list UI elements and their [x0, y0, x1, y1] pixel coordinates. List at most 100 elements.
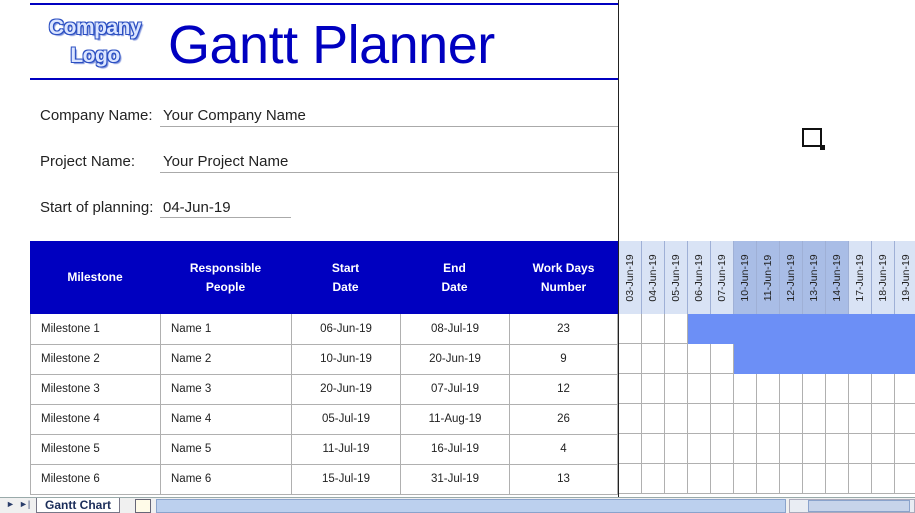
- gantt-cell[interactable]: [619, 314, 642, 344]
- end-date-cell[interactable]: 08-Jul-19: [401, 314, 510, 344]
- selected-cell[interactable]: [802, 128, 825, 150]
- gantt-cell[interactable]: [688, 374, 711, 404]
- gantt-cell[interactable]: [803, 374, 826, 404]
- gantt-cell[interactable]: [849, 404, 872, 434]
- gantt-cell[interactable]: [849, 434, 872, 464]
- end-date-cell[interactable]: 16-Jul-19: [401, 434, 510, 464]
- gantt-cell[interactable]: [619, 464, 642, 494]
- scrollbar-thumb[interactable]: [808, 500, 910, 512]
- gantt-cell[interactable]: [872, 434, 895, 464]
- start-date-cell[interactable]: 11-Jul-19: [292, 434, 401, 464]
- milestone-cell[interactable]: Milestone 1: [30, 314, 161, 344]
- gantt-cell[interactable]: [780, 374, 803, 404]
- milestone-cell[interactable]: Milestone 2: [30, 344, 161, 374]
- responsible-person-cell[interactable]: Name 1: [161, 314, 292, 344]
- responsible-person-cell[interactable]: Name 6: [161, 464, 292, 494]
- gantt-cell[interactable]: [803, 404, 826, 434]
- gantt-cell[interactable]: [780, 404, 803, 434]
- gantt-cell[interactable]: [734, 404, 757, 434]
- start-date-cell[interactable]: 05-Jul-19: [292, 404, 401, 434]
- gantt-cell[interactable]: [665, 374, 688, 404]
- responsible-person-cell[interactable]: Name 5: [161, 434, 292, 464]
- gantt-cell[interactable]: [734, 434, 757, 464]
- gantt-cell[interactable]: [849, 374, 872, 404]
- gantt-cell[interactable]: [780, 434, 803, 464]
- gantt-cell[interactable]: [895, 404, 915, 434]
- gantt-cell[interactable]: [895, 434, 915, 464]
- gantt-cell[interactable]: [642, 404, 665, 434]
- responsible-person-cell[interactable]: Name 4: [161, 404, 292, 434]
- gantt-cell[interactable]: [642, 374, 665, 404]
- gantt-cell[interactable]: [757, 434, 780, 464]
- gantt-cell[interactable]: [849, 464, 872, 494]
- gantt-cell[interactable]: [688, 404, 711, 434]
- insert-sheet-icon[interactable]: [135, 499, 151, 513]
- work-days-cell[interactable]: 4: [510, 434, 618, 464]
- gantt-cell[interactable]: [665, 344, 688, 374]
- company-name-field[interactable]: Your Company Name: [163, 107, 306, 124]
- work-days-cell[interactable]: 26: [510, 404, 618, 434]
- responsible-person-cell[interactable]: Name 2: [161, 344, 292, 374]
- work-days-cell[interactable]: 13: [510, 464, 618, 494]
- gantt-cell[interactable]: [872, 374, 895, 404]
- gantt-cell[interactable]: [780, 464, 803, 494]
- gantt-cell[interactable]: [665, 404, 688, 434]
- project-name-field[interactable]: Your Project Name: [163, 153, 288, 170]
- gantt-cell[interactable]: [665, 434, 688, 464]
- gantt-cell[interactable]: [711, 344, 734, 374]
- start-date-cell[interactable]: 15-Jul-19: [292, 464, 401, 494]
- milestone-cell[interactable]: Milestone 5: [30, 434, 161, 464]
- milestone-cell[interactable]: Milestone 4: [30, 404, 161, 434]
- work-days-cell[interactable]: 12: [510, 374, 618, 404]
- gantt-cell[interactable]: [642, 464, 665, 494]
- gantt-cell[interactable]: [803, 464, 826, 494]
- gantt-cell[interactable]: [734, 464, 757, 494]
- gantt-cell[interactable]: [619, 404, 642, 434]
- sheet-tab-gantt-chart[interactable]: Gantt Chart: [36, 498, 120, 513]
- gantt-cell[interactable]: [619, 374, 642, 404]
- milestone-cell[interactable]: Milestone 3: [30, 374, 161, 404]
- gantt-cell[interactable]: [711, 404, 734, 434]
- start-date-cell[interactable]: 06-Jun-19: [292, 314, 401, 344]
- horizontal-scrollbar-left[interactable]: [156, 499, 786, 513]
- gantt-cell[interactable]: [711, 434, 734, 464]
- start-date-cell[interactable]: 20-Jun-19: [292, 374, 401, 404]
- gantt-cell[interactable]: [757, 404, 780, 434]
- gantt-cell[interactable]: [665, 464, 688, 494]
- gantt-cell[interactable]: [757, 374, 780, 404]
- gantt-cell[interactable]: [872, 464, 895, 494]
- gantt-cell[interactable]: [642, 434, 665, 464]
- gantt-cell[interactable]: [826, 434, 849, 464]
- gantt-cell[interactable]: [826, 464, 849, 494]
- end-date-cell[interactable]: 31-Jul-19: [401, 464, 510, 494]
- work-days-cell[interactable]: 23: [510, 314, 618, 344]
- end-date-cell[interactable]: 20-Jun-19: [401, 344, 510, 374]
- end-date-cell[interactable]: 07-Jul-19: [401, 374, 510, 404]
- gantt-cell[interactable]: [803, 434, 826, 464]
- gantt-cell[interactable]: [872, 404, 895, 434]
- gantt-cell[interactable]: [757, 464, 780, 494]
- fill-handle[interactable]: [820, 145, 825, 150]
- gantt-cell[interactable]: [711, 374, 734, 404]
- gantt-cell[interactable]: [826, 404, 849, 434]
- gantt-cell[interactable]: [688, 464, 711, 494]
- gantt-cell[interactable]: [642, 344, 665, 374]
- gantt-cell[interactable]: [665, 314, 688, 344]
- milestone-cell[interactable]: Milestone 6: [30, 464, 161, 494]
- start-of-planning-field[interactable]: 04-Jun-19: [163, 199, 231, 216]
- end-date-cell[interactable]: 11-Aug-19: [401, 404, 510, 434]
- responsible-person-cell[interactable]: Name 3: [161, 374, 292, 404]
- gantt-cell[interactable]: [619, 434, 642, 464]
- gantt-cell[interactable]: [711, 464, 734, 494]
- work-days-cell[interactable]: 9: [510, 344, 618, 374]
- scroll-sheet-last-icon[interactable]: ►|: [19, 499, 30, 509]
- start-date-cell[interactable]: 10-Jun-19: [292, 344, 401, 374]
- gantt-cell[interactable]: [642, 314, 665, 344]
- gantt-cell[interactable]: [734, 374, 757, 404]
- gantt-cell[interactable]: [688, 434, 711, 464]
- gantt-cell[interactable]: [826, 374, 849, 404]
- gantt-cell[interactable]: [688, 344, 711, 374]
- gantt-cell[interactable]: [895, 374, 915, 404]
- gantt-cell[interactable]: [619, 344, 642, 374]
- gantt-cell[interactable]: [895, 464, 915, 494]
